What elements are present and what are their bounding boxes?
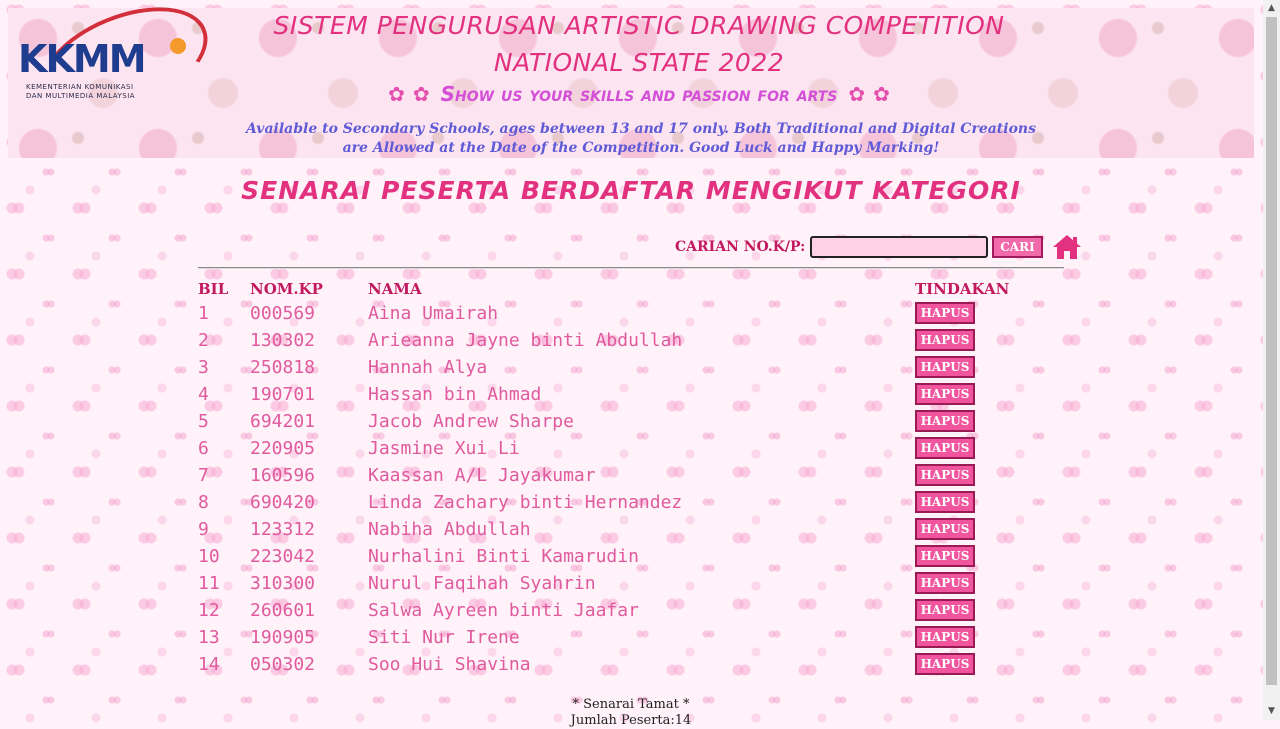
cell-bil: 4: [198, 384, 209, 405]
cell-bil: 7: [198, 465, 209, 486]
column-header-nokp: NOM.KP: [250, 280, 323, 298]
cell-bil: 3: [198, 357, 209, 378]
table-row: 12 260601 Salwa Ayreen binti Jaafar HAPUS: [0, 598, 1262, 625]
cell-nama: Soo Hui Shavina: [368, 654, 531, 675]
cell-nokp: 223042: [250, 546, 316, 567]
cell-nama: Siti Nur Irene: [368, 627, 520, 648]
table-row: 11 310300 Nurul Faqihah Syahrin HAPUS: [0, 571, 1262, 598]
cell-nokp: 000569: [250, 303, 316, 324]
flower-icon: ✿: [873, 82, 890, 106]
tagline: ✿ ✿ Show us your skills and passion for a…: [8, 82, 1270, 106]
table-row: 14 050302 Soo Hui Shavina HAPUS: [0, 652, 1262, 679]
table-row: 9 123312 Nabiha Abdullah HAPUS: [0, 517, 1262, 544]
search-bar: CARIAN NO.K/P: CARI: [675, 233, 1083, 261]
cell-nama: Hassan bin Ahmad: [368, 384, 542, 405]
cell-nokp: 160596: [250, 465, 316, 486]
list-end-text: * Senarai Tamat *: [572, 697, 690, 712]
page-title: SENARAI PESERTA BERDAFTAR MENGIKUT KATEG…: [241, 176, 1021, 205]
flower-icon: ✿: [388, 82, 405, 106]
cell-nokp: 130302: [250, 330, 316, 351]
cell-bil: 12: [198, 600, 220, 621]
cell-nokp: 050302: [250, 654, 316, 675]
column-header-tindakan: TINDAKAN: [915, 280, 1010, 298]
hapus-button[interactable]: HAPUS: [915, 545, 975, 567]
hapus-button[interactable]: HAPUS: [915, 302, 975, 324]
hapus-button[interactable]: HAPUS: [915, 410, 975, 432]
table-row: 5 694201 Jacob Andrew Sharpe HAPUS: [0, 409, 1262, 436]
hapus-button[interactable]: HAPUS: [915, 626, 975, 648]
participant-list: 1 000569 Aina Umairah HAPUS 2 130302 Arieanna…: [0, 301, 1262, 679]
cell-nama: Kaassan A/L Jayakumar: [368, 465, 596, 486]
cell-nama: Hannah Alya: [368, 357, 488, 378]
total-participants: Jumlah Peserta:14: [570, 713, 692, 728]
cell-bil: 5: [198, 411, 209, 432]
cell-nama: Aina Umairah: [368, 303, 499, 324]
hapus-button[interactable]: HAPUS: [915, 464, 975, 486]
flower-icon: ✿: [848, 82, 866, 106]
cell-bil: 2: [198, 330, 209, 351]
cell-nama: Nurul Faqihah Syahrin: [368, 573, 596, 594]
hapus-button[interactable]: HAPUS: [915, 437, 975, 459]
scroll-up-icon[interactable]: ▲: [1263, 0, 1280, 17]
tagline-text: Show us your skills and passion for arts: [440, 82, 838, 106]
page-header: KKMM KEMENTERIAN KOMUNIKASI DAN MULTIMED…: [8, 0, 1254, 158]
search-label: CARIAN NO.K/P:: [675, 239, 806, 255]
cell-bil: 9: [198, 519, 209, 540]
competition-description: Available to Secondary Schools, ages bet…: [246, 121, 1036, 156]
cell-nama: Linda Zachary binti Hernandez: [368, 492, 683, 513]
cell-nokp: 690420: [250, 492, 316, 513]
cell-nokp: 250818: [250, 357, 316, 378]
cell-nama: Arieanna Jayne binti Abdullah: [368, 330, 683, 351]
hapus-button[interactable]: HAPUS: [915, 599, 975, 621]
cell-bil: 1: [198, 303, 209, 324]
table-row: 3 250818 Hannah Alya HAPUS: [0, 355, 1262, 382]
table-row: 7 160596 Kaassan A/L Jayakumar HAPUS: [0, 463, 1262, 490]
search-input[interactable]: [810, 236, 989, 258]
hapus-button[interactable]: HAPUS: [915, 653, 975, 675]
system-title-line2: NATIONAL STATE 2022: [493, 48, 785, 77]
vertical-scrollbar[interactable]: ▲ ▼: [1263, 0, 1280, 720]
hapus-button[interactable]: HAPUS: [915, 491, 975, 513]
cell-bil: 11: [198, 573, 220, 594]
cell-nama: Jacob Andrew Sharpe: [368, 411, 574, 432]
cell-nama: Salwa Ayreen binti Jaafar: [368, 600, 639, 621]
table-row: 6 220905 Jasmine Xui Li HAPUS: [0, 436, 1262, 463]
cell-nokp: 310300: [250, 573, 316, 594]
cell-bil: 6: [198, 438, 209, 459]
cell-bil: 10: [198, 546, 220, 567]
home-icon[interactable]: [1051, 233, 1083, 261]
hapus-button[interactable]: HAPUS: [915, 383, 975, 405]
hapus-button[interactable]: HAPUS: [915, 329, 975, 351]
table-row: 1 000569 Aina Umairah HAPUS: [0, 301, 1262, 328]
cell-nokp: 190905: [250, 627, 316, 648]
cell-bil: 8: [198, 492, 209, 513]
table-row: 4 190701 Hassan bin Ahmad HAPUS: [0, 382, 1262, 409]
cell-nokp: 190701: [250, 384, 316, 405]
cell-nama: Nabiha Abdullah: [368, 519, 531, 540]
table-row: 13 190905 Siti Nur Irene HAPUS: [0, 625, 1262, 652]
column-header-nama: NAMA: [368, 280, 422, 298]
scrollbar-thumb[interactable]: [1266, 17, 1277, 685]
cell-nokp: 260601: [250, 600, 316, 621]
flower-icon: ✿: [412, 82, 430, 106]
scroll-down-icon[interactable]: ▼: [1263, 703, 1280, 720]
search-button[interactable]: CARI: [992, 236, 1043, 258]
hapus-button[interactable]: HAPUS: [915, 572, 975, 594]
cell-bil: 14: [198, 654, 220, 675]
hapus-button[interactable]: HAPUS: [915, 518, 975, 540]
table-row: 10 223042 Nurhalini Binti Kamarudin HAPUS: [0, 544, 1262, 571]
cell-nokp: 123312: [250, 519, 316, 540]
cell-nama: Jasmine Xui Li: [368, 438, 520, 459]
hapus-button[interactable]: HAPUS: [915, 356, 975, 378]
table-row: 8 690420 Linda Zachary binti Hernandez HAPU…: [0, 490, 1262, 517]
system-title-line1: SISTEM PENGURUSAN ARTISTIC DRAWING COMPE…: [273, 11, 1005, 40]
divider: [198, 267, 1064, 269]
cell-nokp: 220905: [250, 438, 316, 459]
cell-bil: 13: [198, 627, 220, 648]
column-header-bil: BIL: [198, 280, 229, 298]
cell-nama: Nurhalini Binti Kamarudin: [368, 546, 639, 567]
cell-nokp: 694201: [250, 411, 316, 432]
table-row: 2 130302 Arieanna Jayne binti Abdullah HAPU…: [0, 328, 1262, 355]
list-footer: * Senarai Tamat * Jumlah Peserta:14: [0, 697, 1262, 729]
